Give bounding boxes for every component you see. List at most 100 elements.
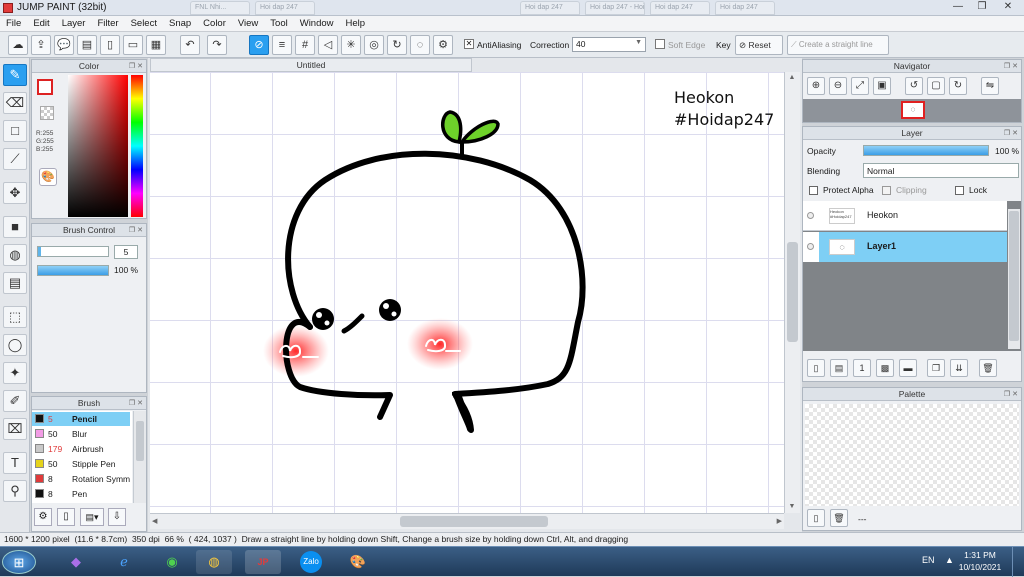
ghost-tab[interactable]: Hoi dap 247: [520, 1, 580, 15]
menu-color[interactable]: Color: [197, 16, 232, 29]
new-folder-icon[interactable]: ▬: [899, 359, 917, 377]
transparent-swatch[interactable]: [40, 106, 54, 120]
scroll-thumb[interactable]: [136, 421, 144, 461]
vertical-scroll-thumb[interactable]: [787, 242, 798, 342]
scroll-right-icon[interactable]: ▶: [777, 517, 782, 525]
new-layer-1bit-icon[interactable]: 1: [853, 359, 871, 377]
navigator-viewport[interactable]: ◌: [901, 101, 925, 119]
navigator-preview[interactable]: ◌: [803, 99, 1021, 122]
scroll-down-icon[interactable]: ▼: [787, 503, 797, 511]
dropper-tool-icon[interactable]: ⚲: [3, 480, 27, 502]
zalo-icon[interactable]: Zalo: [293, 550, 329, 574]
ghost-tab[interactable]: Hoi dap 247: [650, 1, 710, 15]
tray-arrow-icon[interactable]: ▲: [945, 555, 954, 565]
hue-slider[interactable]: [131, 75, 143, 217]
soft-edge-checkbox[interactable]: [655, 39, 665, 49]
restore-button[interactable]: ❐: [970, 0, 994, 14]
snap-radial-icon[interactable]: ✳: [341, 35, 361, 55]
menu-window[interactable]: Window: [294, 16, 340, 29]
ghost-tab[interactable]: Hoi dap 247 - Hoi dap: [585, 1, 645, 15]
horizontal-scroll-thumb[interactable]: [400, 516, 548, 527]
snap-grid-icon[interactable]: #: [295, 35, 315, 55]
delete-layer-icon[interactable]: 🗑: [979, 359, 997, 377]
new-halftone-layer-icon[interactable]: ▩: [876, 359, 894, 377]
shape-tool-icon[interactable]: □: [3, 120, 27, 142]
rotate-left-icon[interactable]: ↺: [905, 77, 923, 95]
blending-select[interactable]: Normal: [863, 163, 1019, 178]
panel-buttons-icon[interactable]: ❐ ✕: [1004, 61, 1018, 73]
select-eraser-icon[interactable]: ⌧: [3, 418, 27, 440]
menu-select[interactable]: Select: [125, 16, 163, 29]
select-pen-icon[interactable]: ✐: [3, 390, 27, 412]
fit-window-icon[interactable]: ⤢: [851, 77, 869, 95]
page-icon[interactable]: ▭: [123, 35, 143, 55]
correction-select[interactable]: 40 ▼: [572, 37, 646, 52]
palette-icon[interactable]: 🎨: [39, 168, 57, 186]
visibility-icon[interactable]: [807, 243, 814, 250]
reset-button[interactable]: ⊘ Reset: [735, 35, 783, 55]
antialiasing-checkbox[interactable]: ✕: [464, 39, 474, 49]
rotate-reset-icon[interactable]: ▢: [927, 77, 945, 95]
cloud-icon[interactable]: ☁: [8, 35, 28, 55]
chrome-icon[interactable]: ◍: [196, 550, 232, 574]
language-indicator[interactable]: EN: [922, 555, 935, 565]
brush-opacity-slider[interactable]: [37, 265, 109, 276]
brush-item[interactable]: 50 Stipple Pen: [32, 457, 130, 471]
undo-icon[interactable]: ↶: [180, 35, 200, 55]
layer-row[interactable]: Heokon #Hoidap247 Heokon: [803, 201, 1007, 231]
document-tab[interactable]: Untitled: [150, 58, 472, 72]
show-desktop-button[interactable]: [1012, 547, 1024, 577]
panel-buttons-icon[interactable]: ❐ ✕: [1004, 389, 1018, 401]
coccoc-icon[interactable]: ◉: [154, 550, 190, 574]
snap-curve-icon[interactable]: ↻: [387, 35, 407, 55]
gradient-tool-icon[interactable]: ▤: [3, 272, 27, 294]
brush-item[interactable]: 50 Blur: [32, 427, 130, 441]
menu-filter[interactable]: Filter: [91, 16, 124, 29]
menu-file[interactable]: File: [0, 16, 27, 29]
zoom-in-icon[interactable]: ⊕: [807, 77, 825, 95]
menu-snap[interactable]: Snap: [163, 16, 197, 29]
paint-icon[interactable]: 🎨: [340, 550, 376, 574]
snap-perspective-icon[interactable]: ◁: [318, 35, 338, 55]
new-palette-icon[interactable]: ▯: [807, 509, 825, 527]
new-layer-8bit-icon[interactable]: ▤: [830, 359, 848, 377]
brush-tool-icon[interactable]: ✎: [3, 64, 27, 86]
menu-view[interactable]: View: [232, 16, 264, 29]
protect-alpha-checkbox[interactable]: [809, 186, 818, 195]
menu-layer[interactable]: Layer: [56, 16, 92, 29]
line-tool-icon[interactable]: ⟋: [3, 148, 27, 170]
palette-swatches-area[interactable]: [805, 404, 1019, 506]
panel-buttons-icon[interactable]: ❐ ✕: [129, 225, 143, 237]
clock[interactable]: 1:31 PM 10/10/2021: [958, 549, 1002, 573]
magic-wand-icon[interactable]: ✦: [3, 362, 27, 384]
grid-icon[interactable]: ▦: [146, 35, 166, 55]
clipping-checkbox[interactable]: [882, 186, 891, 195]
snap-ellipse-icon[interactable]: ◌: [410, 35, 430, 55]
menu-edit[interactable]: Edit: [27, 16, 55, 29]
lasso-tool-icon[interactable]: ◯: [3, 334, 27, 356]
horizontal-scrollbar[interactable]: ◀ ▶: [150, 513, 784, 529]
brush-export-icon[interactable]: ⇩: [108, 508, 126, 526]
comment-icon[interactable]: 💬: [54, 35, 74, 55]
scroll-thumb[interactable]: [1009, 211, 1019, 341]
create-straight-line-button[interactable]: ⟋ Create a straight line: [787, 35, 889, 55]
panel-buttons-icon[interactable]: ❐ ✕: [129, 61, 143, 73]
layer-row[interactable]: ◌ Layer1: [803, 232, 1007, 262]
eraser-tool-icon[interactable]: ⌫: [3, 92, 27, 114]
menu-help[interactable]: Help: [340, 16, 372, 29]
zoom-out-icon[interactable]: ⊖: [829, 77, 847, 95]
new-brush-icon[interactable]: ▯: [57, 508, 75, 526]
scroll-up-icon[interactable]: ▲: [787, 74, 797, 82]
redo-icon[interactable]: ↷: [207, 35, 227, 55]
layer-opacity-slider[interactable]: [863, 145, 989, 156]
jump-paint-taskbar-icon[interactable]: JP: [245, 550, 281, 574]
snap-off-icon[interactable]: ⊘: [249, 35, 269, 55]
share-icon[interactable]: ⇪: [31, 35, 51, 55]
brush-list-scrollbar[interactable]: [133, 411, 146, 503]
select-rect-icon[interactable]: ⬚: [3, 306, 27, 328]
brush-item[interactable]: 8 Rotation Symm: [32, 472, 130, 486]
brush-item[interactable]: 179 Airbrush: [32, 442, 130, 456]
brush-item[interactable]: 5 Pencil: [32, 412, 130, 426]
merge-layer-icon[interactable]: ⇊: [950, 359, 968, 377]
snap-concentric-icon[interactable]: ◎: [364, 35, 384, 55]
